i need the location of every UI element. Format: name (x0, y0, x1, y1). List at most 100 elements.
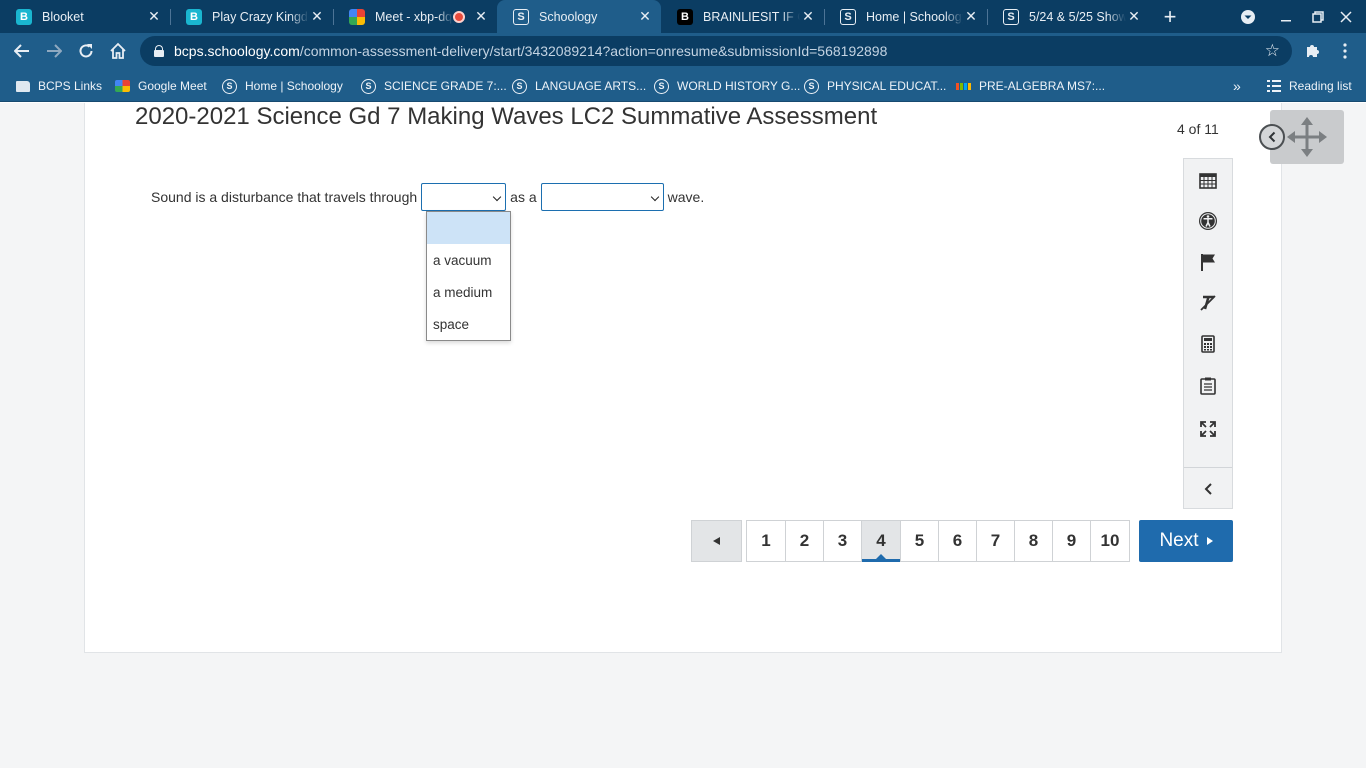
answer-dropdown-2[interactable] (540, 183, 664, 211)
more-bookmarks-icon[interactable]: » (1233, 76, 1241, 96)
close-icon[interactable]: ✕ (146, 8, 162, 25)
tools-panel (1183, 158, 1233, 509)
bookmark-label: WORLD HISTORY G... (677, 79, 801, 93)
tab-search-icon[interactable] (1228, 0, 1268, 33)
collapse-left-icon[interactable] (1184, 474, 1232, 504)
schoology-icon: S (222, 78, 237, 94)
bookmark-world-history[interactable]: S WORLD HISTORY G... (654, 76, 800, 96)
page-3-button[interactable]: 3 (823, 520, 862, 562)
next-arrow-icon (1206, 537, 1213, 545)
move-icon (1287, 117, 1327, 157)
tab-home-schoology[interactable]: S Home | Schoology ✕ (824, 0, 987, 33)
close-icon[interactable]: ✕ (963, 8, 979, 25)
schoology-icon: S (512, 78, 527, 94)
previous-arrow-icon (713, 537, 720, 545)
close-icon[interactable]: ✕ (309, 8, 325, 25)
question-text-middle: as a (510, 189, 537, 205)
calendar-icon[interactable] (1184, 165, 1232, 195)
close-icon[interactable]: ✕ (637, 8, 653, 25)
page-9-button[interactable]: 9 (1052, 520, 1091, 562)
reading-list-button[interactable]: Reading list (1266, 76, 1352, 96)
collapse-tools-button[interactable] (1259, 124, 1285, 150)
bookmark-home-schoology[interactable]: S Home | Schoology (222, 76, 343, 96)
schoology-icon: S (654, 78, 669, 94)
notepad-icon[interactable] (1184, 371, 1232, 401)
previous-question-button[interactable] (691, 520, 742, 562)
page-5-button[interactable]: 5 (900, 520, 939, 562)
bookmark-bcps-links[interactable]: BCPS Links (15, 76, 102, 96)
dropdown-option-a-medium[interactable]: a medium (427, 276, 510, 308)
bookmark-google-meet[interactable]: Google Meet (115, 76, 207, 96)
tab-blooket[interactable]: B Blooket ✕ (0, 0, 170, 33)
page-content: 2020-2021 Science Gd 7 Making Waves LC2 … (0, 103, 1366, 768)
flag-icon[interactable] (1184, 247, 1232, 277)
browser-tab-strip: B Blooket ✕ B Play Crazy Kingdom ✕ Meet … (0, 0, 1366, 33)
question-text-before: Sound is a disturbance that travels thro… (151, 189, 418, 205)
schoology-icon: S (1003, 8, 1019, 25)
url-path: /common-assessment-delivery/start/343208… (299, 43, 888, 59)
menu-icon[interactable] (1330, 36, 1360, 66)
page-6-button[interactable]: 6 (938, 520, 977, 562)
schoology-icon: S (840, 8, 856, 25)
bookmark-label: BCPS Links (38, 79, 103, 93)
bookmark-label: LANGUAGE ARTS... (535, 79, 647, 93)
new-tab-icon[interactable]: + (1150, 0, 1190, 33)
dropdown-option-a-vacuum[interactable]: a vacuum (427, 244, 510, 276)
browser-toolbar: bcps.schoology.com/common-assessment-del… (0, 33, 1366, 69)
page-4-button-current[interactable]: 4 (861, 520, 901, 562)
calculator-icon[interactable] (1184, 329, 1232, 359)
answer-dropdown-1[interactable] (421, 183, 507, 211)
dropdown-option-blank[interactable] (427, 212, 510, 244)
tab-schoology-active[interactable]: S Schoology ✕ (497, 0, 661, 33)
bookmark-language-arts[interactable]: S LANGUAGE ARTS... (512, 76, 646, 96)
tab-show[interactable]: S 5/24 & 5/25 Show ✕ (987, 0, 1150, 33)
tools-divider (1184, 467, 1232, 468)
chevron-down-icon (650, 192, 659, 202)
bookmark-label: PRE-ALGEBRA MS7:... (979, 79, 1106, 93)
close-icon[interactable]: ✕ (800, 8, 816, 25)
blooket-icon: B (16, 8, 32, 25)
dropdown-option-space[interactable]: space (427, 308, 510, 340)
window-close-icon[interactable] (1326, 0, 1366, 33)
page-2-button[interactable]: 2 (785, 520, 824, 562)
lock-icon (154, 45, 164, 57)
page-7-button[interactable]: 7 (976, 520, 1015, 562)
extensions-icon[interactable] (1297, 36, 1327, 66)
tab-crazy-kingdom[interactable]: B Play Crazy Kingdom ✕ (170, 0, 333, 33)
schoology-icon: S (513, 8, 529, 25)
home-icon[interactable] (103, 36, 133, 66)
fullscreen-icon[interactable] (1184, 414, 1232, 444)
forward-icon[interactable] (39, 36, 69, 66)
bookmark-label: Home | Schoology (245, 79, 343, 93)
no-highlight-icon[interactable] (1184, 288, 1232, 318)
bookmark-pre-algebra[interactable]: PRE-ALGEBRA MS7:... (956, 76, 1105, 96)
bookmark-science[interactable]: S SCIENCE GRADE 7:... (361, 76, 507, 96)
question-prompt: Sound is a disturbance that travels thro… (151, 183, 704, 211)
schoology-icon: S (804, 78, 819, 94)
tab-brainly[interactable]: B BRAINLIESIT IF CORRECT ✕ (661, 0, 824, 33)
assessment-title: 2020-2021 Science Gd 7 Making Waves LC2 … (135, 103, 878, 130)
recording-icon (453, 10, 465, 23)
page-8-button[interactable]: 8 (1014, 520, 1053, 562)
bookmark-label: SCIENCE GRADE 7:... (384, 79, 507, 93)
next-button[interactable]: Next (1139, 520, 1233, 562)
assessment-card: 2020-2021 Science Gd 7 Making Waves LC2 … (84, 103, 1344, 653)
page-10-button[interactable]: 10 (1090, 520, 1130, 562)
back-icon[interactable] (7, 36, 37, 66)
google-meet-icon (349, 8, 365, 25)
tab-title: Play Crazy Kingdom (212, 9, 309, 24)
reload-icon[interactable] (71, 36, 101, 66)
address-bar[interactable]: bcps.schoology.com/common-assessment-del… (140, 36, 1292, 66)
microsoft-icon (956, 79, 971, 94)
bookmark-star-icon[interactable]: ☆ (1265, 41, 1280, 61)
close-icon[interactable]: ✕ (1126, 8, 1142, 25)
brainly-icon: B (677, 8, 693, 25)
bookmark-physical-education[interactable]: S PHYSICAL EDUCAT... (804, 76, 946, 96)
close-icon[interactable]: ✕ (473, 8, 489, 25)
chevron-down-icon (492, 192, 502, 202)
dropdown-1-options-list: a vacuum a medium space (426, 211, 511, 341)
tab-meet[interactable]: Meet - xbp-dqwo ✕ (333, 0, 497, 33)
tab-title: BRAINLIESIT IF CORRECT (703, 9, 800, 24)
page-1-button[interactable]: 1 (746, 520, 786, 562)
accessibility-icon[interactable] (1184, 206, 1232, 236)
